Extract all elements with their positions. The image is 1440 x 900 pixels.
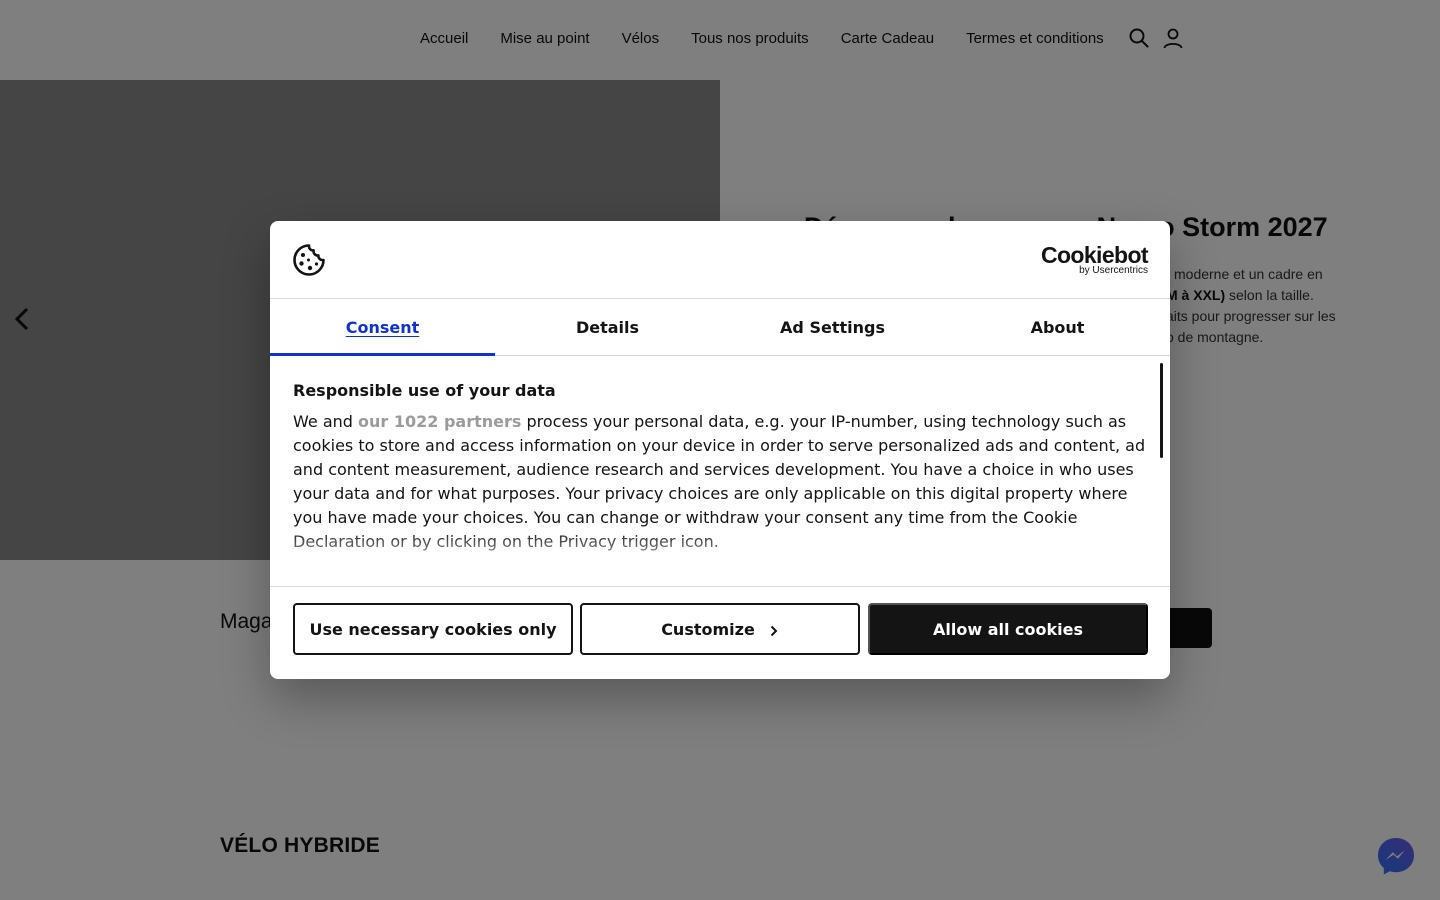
dialog-tabs: Consent Details Ad Settings About — [270, 299, 1170, 356]
customize-button[interactable]: Customize — [580, 603, 860, 655]
customize-button-label: Customize — [661, 619, 755, 639]
tab-details[interactable]: Details — [495, 299, 720, 355]
body-text-intro: We and — [293, 412, 358, 431]
cookie-icon — [293, 244, 325, 276]
body-fade — [270, 530, 1130, 586]
dialog-header: Cookiebot by Usercentrics — [270, 221, 1170, 299]
body-title: Responsible use of your data — [293, 381, 556, 400]
chevron-right-icon — [770, 625, 778, 637]
allow-all-cookies-button[interactable]: Allow all cookies — [868, 603, 1148, 655]
tab-about[interactable]: About — [945, 299, 1170, 355]
cookiebot-logo[interactable]: Cookiebot by Usercentrics — [1040, 242, 1149, 276]
use-necessary-cookies-button[interactable]: Use necessary cookies only — [293, 603, 573, 655]
cookie-consent-dialog: Cookiebot by Usercentrics Consent Detail… — [270, 221, 1170, 679]
tab-consent[interactable]: Consent — [270, 299, 495, 356]
body-scrollbar[interactable] — [1160, 363, 1163, 458]
partners-link[interactable]: our 1022 partners — [358, 412, 521, 431]
necessary-button-label: Use necessary cookies only — [309, 619, 557, 639]
allow-button-label: Allow all cookies — [933, 619, 1083, 639]
brand-name: Cookiebot — [1040, 242, 1149, 268]
tab-ad-settings[interactable]: Ad Settings — [720, 299, 945, 355]
dialog-body: Responsible use of your data We and our … — [270, 356, 1170, 587]
